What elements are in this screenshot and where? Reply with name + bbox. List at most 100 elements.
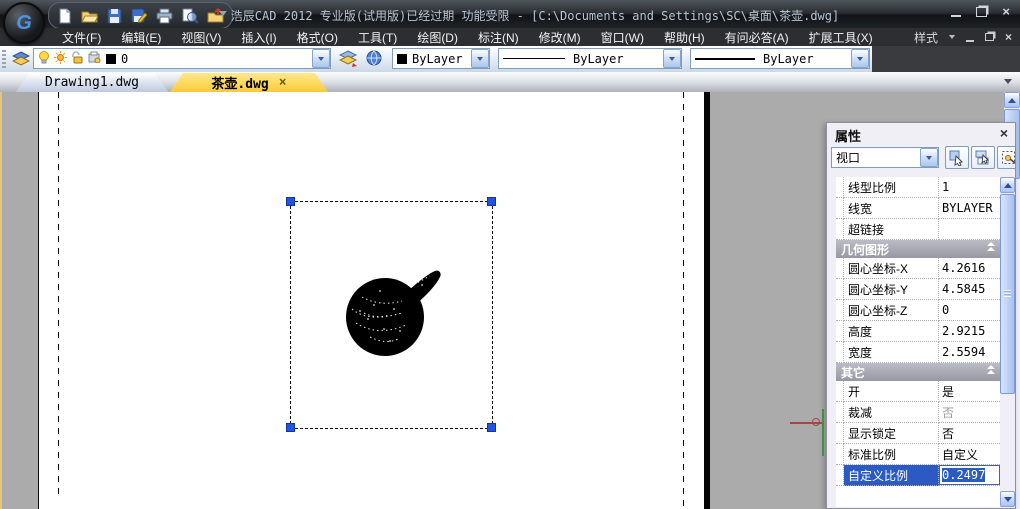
style-chevron-icon[interactable]: [949, 35, 955, 39]
scroll-up-icon[interactable]: [1004, 92, 1020, 108]
grip-top-right[interactable]: [487, 197, 496, 206]
menu-item-10[interactable]: 窗口(W): [591, 29, 654, 46]
property-value[interactable]: 0.2497: [939, 465, 1000, 486]
property-section-header[interactable]: 几何图形: [836, 240, 1000, 258]
sun-icon[interactable]: [54, 51, 67, 67]
property-row[interactable]: 自定义比例0.2497: [836, 465, 1000, 486]
property-value[interactable]: 自定义: [939, 444, 1000, 465]
menu-item-6[interactable]: 工具(T): [348, 29, 407, 46]
properties-close-icon[interactable]: ×: [1000, 125, 1008, 141]
menu-bar: 文件(F)编辑(E)视图(V)插入(I)格式(O)工具(T)绘图(D)标注(N)…: [0, 28, 1020, 46]
row-gutter: [836, 177, 844, 198]
menu-item-3[interactable]: 视图(V): [171, 29, 231, 46]
close-button[interactable]: ×: [1002, 6, 1010, 17]
teapot-drawing[interactable]: [340, 267, 445, 362]
document-tab-2[interactable]: 茶壶.dwg×: [170, 73, 328, 92]
object-type-combo[interactable]: 视口: [831, 147, 939, 168]
quick-select-icon[interactable]: [945, 146, 969, 169]
layer-manager-icon[interactable]: [9, 48, 32, 69]
properties-title: 属性: [835, 126, 861, 145]
property-row[interactable]: 开是: [836, 381, 1000, 402]
property-value[interactable]: BYLAYER: [939, 198, 1000, 219]
color-combo[interactable]: ByLayer: [392, 48, 490, 69]
scroll-up-icon[interactable]: [1000, 177, 1015, 193]
property-value[interactable]: 2.5594: [939, 342, 1000, 363]
lineweight-combo-chevron-icon[interactable]: [851, 49, 869, 68]
tab-close-icon[interactable]: ×: [279, 75, 287, 90]
menu-item-2[interactable]: 编辑(E): [111, 29, 171, 46]
menu-item-8[interactable]: 标注(N): [468, 29, 529, 46]
lineweight-combo[interactable]: ByLayer: [690, 48, 870, 69]
property-value[interactable]: 是: [939, 381, 1000, 402]
menu-item-9[interactable]: 修改(M): [529, 29, 591, 46]
property-value[interactable]: 否: [939, 423, 1000, 444]
properties-scrollbar[interactable]: [1000, 177, 1015, 507]
object-type-chevron-icon[interactable]: [920, 148, 938, 167]
property-row[interactable]: 线宽BYLAYER: [836, 198, 1000, 219]
menu-item-11[interactable]: 帮助(H): [654, 29, 715, 46]
linetype-combo[interactable]: ByLayer: [498, 48, 682, 69]
style-menu[interactable]: 样式: [914, 29, 938, 46]
layer-states-icon[interactable]: [362, 48, 385, 69]
menu-item-4[interactable]: 插入(I): [231, 29, 286, 46]
property-row[interactable]: 裁减否: [836, 402, 1000, 423]
menu-item-7[interactable]: 绘图(D): [407, 29, 468, 46]
property-value[interactable]: 4.5845: [939, 279, 1000, 300]
layer-combo-chevron-icon[interactable]: [312, 49, 330, 68]
property-row[interactable]: 超链接: [836, 219, 1000, 240]
menu-item-1[interactable]: 文件(F): [52, 29, 111, 46]
collapse-chevron-icon[interactable]: [987, 365, 995, 374]
linetype-sample: [503, 58, 565, 59]
layer-previous-icon[interactable]: [337, 48, 360, 69]
property-value[interactable]: [939, 219, 1000, 240]
tab-overflow-icon[interactable]: [1004, 79, 1012, 84]
doc-restore-button[interactable]: [985, 33, 994, 41]
property-label: 线型比例: [844, 177, 939, 198]
property-row[interactable]: 圆心坐标-X4.2616: [836, 258, 1000, 279]
restore-button[interactable]: [976, 7, 987, 17]
scroll-down-icon[interactable]: [1000, 491, 1015, 507]
open-file-icon[interactable]: [81, 8, 98, 24]
collapse-chevron-icon[interactable]: [987, 242, 995, 251]
property-row[interactable]: 标准比例自定义: [836, 444, 1000, 465]
new-file-icon[interactable]: [57, 8, 72, 24]
bulb-icon[interactable]: [38, 51, 50, 67]
unlock-icon[interactable]: [71, 51, 84, 67]
color-combo-chevron-icon[interactable]: [471, 49, 489, 68]
property-row[interactable]: 宽度2.5594: [836, 342, 1000, 363]
grip-top-left[interactable]: [286, 197, 295, 206]
menu-item-12[interactable]: 有问必答(A): [715, 29, 799, 46]
plot-icon[interactable]: [88, 51, 102, 66]
property-value[interactable]: 1: [939, 177, 1000, 198]
toolbar-drag-handle[interactable]: [2, 50, 6, 68]
app-logo-icon[interactable]: G: [3, 2, 45, 44]
property-value[interactable]: 2.9215: [939, 321, 1000, 342]
grip-bottom-right[interactable]: [487, 423, 496, 432]
property-row[interactable]: 高度2.9215: [836, 321, 1000, 342]
property-value[interactable]: 4.2616: [939, 258, 1000, 279]
window-controls: ×: [951, 6, 1010, 17]
select-objects-icon[interactable]: [971, 146, 995, 169]
property-row[interactable]: 显示锁定否: [836, 423, 1000, 444]
property-value-editbox[interactable]: 0.2497: [939, 465, 1000, 485]
layer-name: 0: [121, 52, 128, 66]
linetype-combo-chevron-icon[interactable]: [663, 49, 681, 68]
property-row[interactable]: 线型比例1: [836, 177, 1000, 198]
property-label: 裁减: [844, 402, 939, 423]
properties-scrollbar-thumb[interactable]: [1000, 194, 1015, 394]
minimize-button[interactable]: [951, 6, 961, 17]
layer-color-swatch: [106, 54, 116, 64]
property-value[interactable]: 0: [939, 300, 1000, 321]
grip-bottom-left[interactable]: [286, 423, 295, 432]
layer-combo[interactable]: 0: [33, 48, 331, 69]
menu-item-13[interactable]: 扩展工具(X): [799, 29, 883, 46]
doc-close-button[interactable]: ×: [1005, 32, 1012, 42]
doc-minimize-button[interactable]: [966, 33, 974, 42]
property-row[interactable]: 圆心坐标-Y4.5845: [836, 279, 1000, 300]
property-row[interactable]: 圆心坐标-Z0: [836, 300, 1000, 321]
document-tab-1[interactable]: Drawing1.dwg: [16, 73, 168, 92]
menu-item-5[interactable]: 格式(O): [287, 29, 348, 46]
toggle-pickadd-icon[interactable]: [997, 146, 1016, 169]
property-section-header[interactable]: 其它: [836, 363, 1000, 381]
property-value[interactable]: 否: [939, 402, 1000, 423]
